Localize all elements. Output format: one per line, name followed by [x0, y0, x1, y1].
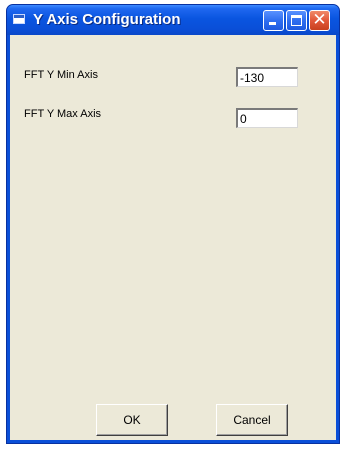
dialog-window: Y Axis Configuration ✕ FFT Y Min Axis FF… [6, 4, 340, 444]
ok-button[interactable]: OK [96, 404, 168, 436]
window-icon [13, 14, 25, 24]
dialog-body: FFT Y Min Axis FFT Y Max Axis OK Cancel [10, 35, 336, 440]
cancel-button[interactable]: Cancel [216, 404, 288, 436]
fft-y-max-label: FFT Y Max Axis [24, 108, 102, 120]
minimize-button[interactable] [263, 10, 284, 31]
minimize-icon [269, 22, 276, 25]
fft-y-min-label: FFT Y Min Axis [24, 69, 98, 81]
maximize-button[interactable] [286, 10, 307, 31]
fft-y-min-input[interactable] [236, 67, 298, 87]
maximize-icon [291, 15, 302, 26]
window-title: Y Axis Configuration [33, 11, 181, 28]
title-bar[interactable]: Y Axis Configuration ✕ [7, 5, 339, 35]
fft-y-max-input[interactable] [236, 108, 298, 128]
close-button[interactable]: ✕ [309, 10, 330, 31]
close-icon: ✕ [312, 10, 327, 30]
